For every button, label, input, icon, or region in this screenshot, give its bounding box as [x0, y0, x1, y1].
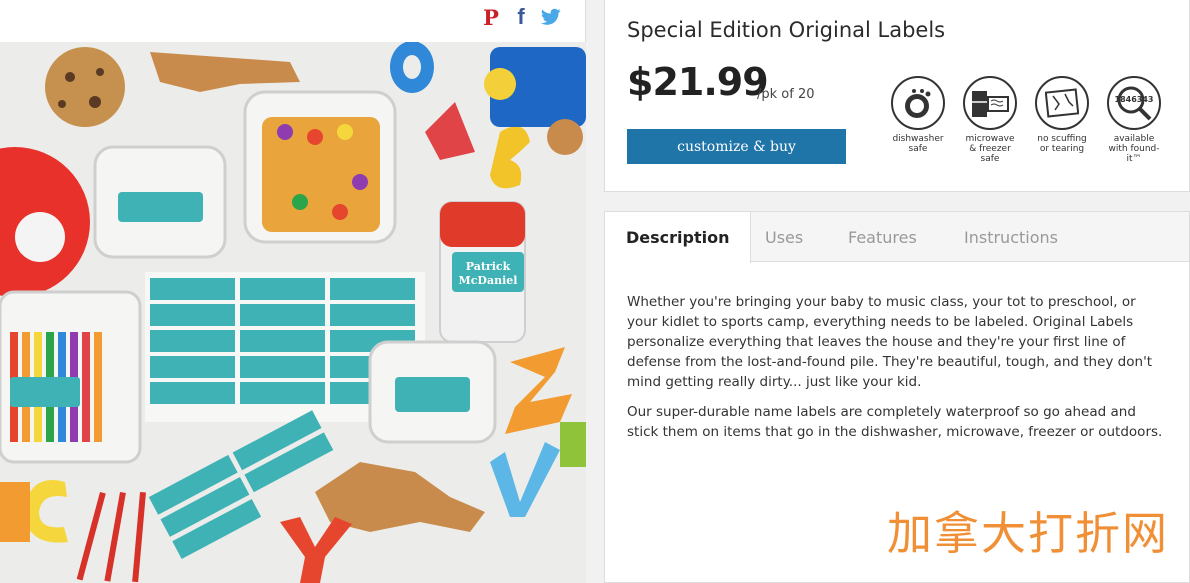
- product-info-panel: Special Edition Original Labels $21.99 /…: [604, 0, 1190, 192]
- description-content: Whether you're bringing your baby to mus…: [627, 292, 1167, 452]
- feature-label: available with found-it™: [1108, 134, 1160, 164]
- feature-label: dishwasher safe: [892, 134, 944, 154]
- tab-uses[interactable]: Uses: [765, 212, 803, 262]
- product-image-panel: P f Patrick McDaniel: [0, 0, 586, 583]
- feature-microwave: microwave & freezer safe: [961, 76, 1019, 164]
- product-photo: Patrick McDaniel: [0, 42, 586, 583]
- tab-instructions[interactable]: Instructions: [964, 212, 1058, 262]
- pinterest-icon[interactable]: P: [481, 5, 501, 30]
- description-paragraph: Whether you're bringing your baby to mus…: [627, 294, 1153, 390]
- dishwasher-icon: [891, 76, 945, 130]
- twitter-icon[interactable]: [541, 6, 561, 28]
- share-bar: P f: [481, 4, 561, 30]
- feature-dishwasher: dishwasher safe: [889, 76, 947, 164]
- price-unit: /pk of 20: [757, 87, 815, 102]
- description-paragraph: Our super-durable name labels are comple…: [627, 404, 1163, 440]
- cookie-shape: [45, 47, 125, 127]
- facebook-icon[interactable]: f: [511, 4, 531, 29]
- feature-no-scuffing: no scuffing or tearing: [1033, 76, 1091, 164]
- found-it-icon: 1846343: [1107, 76, 1161, 130]
- feature-label: no scuffing or tearing: [1037, 134, 1087, 154]
- tab-description[interactable]: Description: [605, 212, 752, 263]
- label-name-line1: Patrick: [466, 260, 511, 273]
- label-name-line2: McDaniel: [459, 274, 518, 287]
- feature-found-it: 1846343 available with found-it™: [1105, 76, 1163, 164]
- tab-strip: Description Uses Features Instructions: [605, 212, 1189, 263]
- page: P f Patrick McDaniel Special Edition Ori…: [0, 0, 1190, 583]
- feature-badges: dishwasher safe microwave & freezer safe…: [889, 76, 1163, 164]
- watermark-text: 加拿大打折网: [887, 507, 1170, 560]
- customize-buy-button[interactable]: customize & buy: [627, 129, 846, 164]
- svg-text:1846343: 1846343: [1115, 95, 1154, 104]
- tab-features[interactable]: Features: [848, 212, 917, 262]
- product-price: $21.99: [627, 60, 769, 104]
- no-scuffing-icon: [1035, 76, 1089, 130]
- product-title: Special Edition Original Labels: [627, 18, 946, 42]
- microwave-freezer-icon: [963, 76, 1017, 130]
- feature-label: microwave & freezer safe: [965, 134, 1015, 164]
